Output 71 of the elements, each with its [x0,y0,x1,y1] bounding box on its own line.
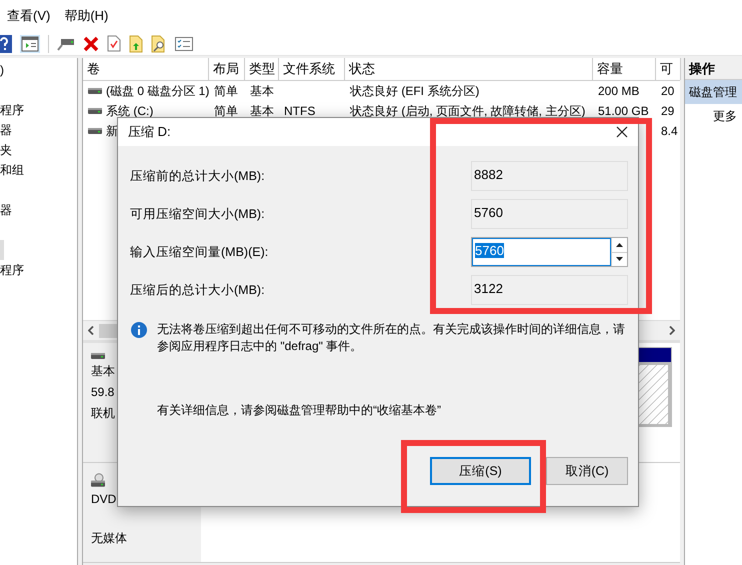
dialog-title: 压缩 D: [128,123,171,142]
info-icon [131,322,147,338]
hard-drive-icon [88,88,102,94]
menu-item[interactable]: 帮助(H) [64,6,108,26]
optical-drive-icon [91,473,105,487]
column-header[interactable]: 布局 [209,58,245,80]
hard-drive-icon [88,128,102,134]
folder-search-icon[interactable] [151,34,167,52]
column-header[interactable]: 类型 [245,58,279,80]
action-item[interactable]: 磁盘管理 [685,80,742,104]
tree-item[interactable]: 和组 [0,160,77,180]
readonly-field: 8882 [471,161,628,191]
table-cell-text: 200 MB [598,83,640,100]
menu-item[interactable]: 查看(V) [7,6,50,26]
table-cell-text: 状态良好 (启动, 页面文件, 故障转储, 主分区) [350,103,586,120]
tree-item[interactable]: 程序 [0,100,77,120]
table-cell-text: 简单 [214,103,238,120]
field-label: 输入压缩空间量(MB)(E): [130,244,268,261]
table-cell-text: 新 [106,123,118,140]
disk-info-text: 无媒体 [91,530,127,547]
column-header[interactable]: 可 [656,58,681,80]
close-icon [616,126,628,138]
folder-up-icon[interactable] [129,34,143,52]
tree-item[interactable]: 器 [0,120,77,140]
hard-drive-icon [88,108,102,114]
table-cell-text: (磁盘 0 磁盘分区 1) [106,83,209,100]
column-header[interactable]: 状态 [345,58,593,80]
spin-field[interactable]: 5760 [471,237,628,267]
disk-info-text: DVD [91,491,116,508]
table-cell-text: 简单 [214,83,238,100]
down-arrow-icon [616,257,623,262]
table-cell-text: 基本 [250,83,274,100]
action-item[interactable]: 更多 [685,104,742,128]
tree-item[interactable]: 器 [0,200,77,220]
help-icon[interactable] [0,34,12,52]
table-cell-text: 8.4 [661,123,678,140]
help-message: 有关详细信息，请参阅磁盘管理帮助中的“收缩基本卷” [157,402,442,419]
disk-info-text: 59.8 [91,384,114,401]
drive-connect-icon[interactable] [57,36,75,50]
up-arrow-icon [616,242,623,247]
column-header[interactable]: 容量 [593,58,656,80]
dialog-button[interactable]: 取消(C) [546,457,628,485]
column-header[interactable]: 卷 [83,58,209,80]
selected-value-text: 5760 [475,243,504,258]
delete-icon[interactable] [83,36,99,52]
table-cell-text: 29 [661,103,674,120]
info-message: 无法将卷压缩到超出任何不可移动的文件所在的点。有关完成该操作时间的详细信息，请参阅应用程序日志中的 "defrag" 事件。 [157,321,626,355]
field-label: 压缩前的总计大小(MB): [130,168,265,185]
readonly-field: 3122 [471,275,628,305]
table-cell-text: 状态良好 (EFI 系统分区) [350,83,480,100]
table-cell-text: 系统 (C:) [106,103,154,120]
disk-info-text: 基本 [91,363,115,380]
hard-drive-icon [91,353,105,359]
readonly-field: 5760 [471,199,628,229]
tree-item[interactable]: 程序 [0,260,77,280]
window-icon[interactable] [20,34,40,52]
disk-info-text: 联机 [91,405,115,422]
dialog-button[interactable]: 压缩(S) [430,457,531,485]
table-cell-text: 20 [661,83,674,100]
table-cell-text: NTFS [284,103,316,120]
properties-icon[interactable] [175,36,193,50]
tree-item[interactable]: 夹 [0,140,77,160]
field-label: 可用压缩空间大小(MB): [130,206,265,223]
table-cell-text: 51.00 GB [598,103,649,120]
checked-document-icon[interactable] [107,35,121,52]
field-label: 压缩后的总计大小(MB): [130,282,265,299]
tree-item[interactable]: ) [0,60,77,80]
scrollbar-thumb[interactable] [99,324,119,338]
actions-header: 操作 [685,58,742,80]
table-cell-text: 基本 [250,103,274,120]
column-header[interactable]: 文件系统 [279,58,345,80]
